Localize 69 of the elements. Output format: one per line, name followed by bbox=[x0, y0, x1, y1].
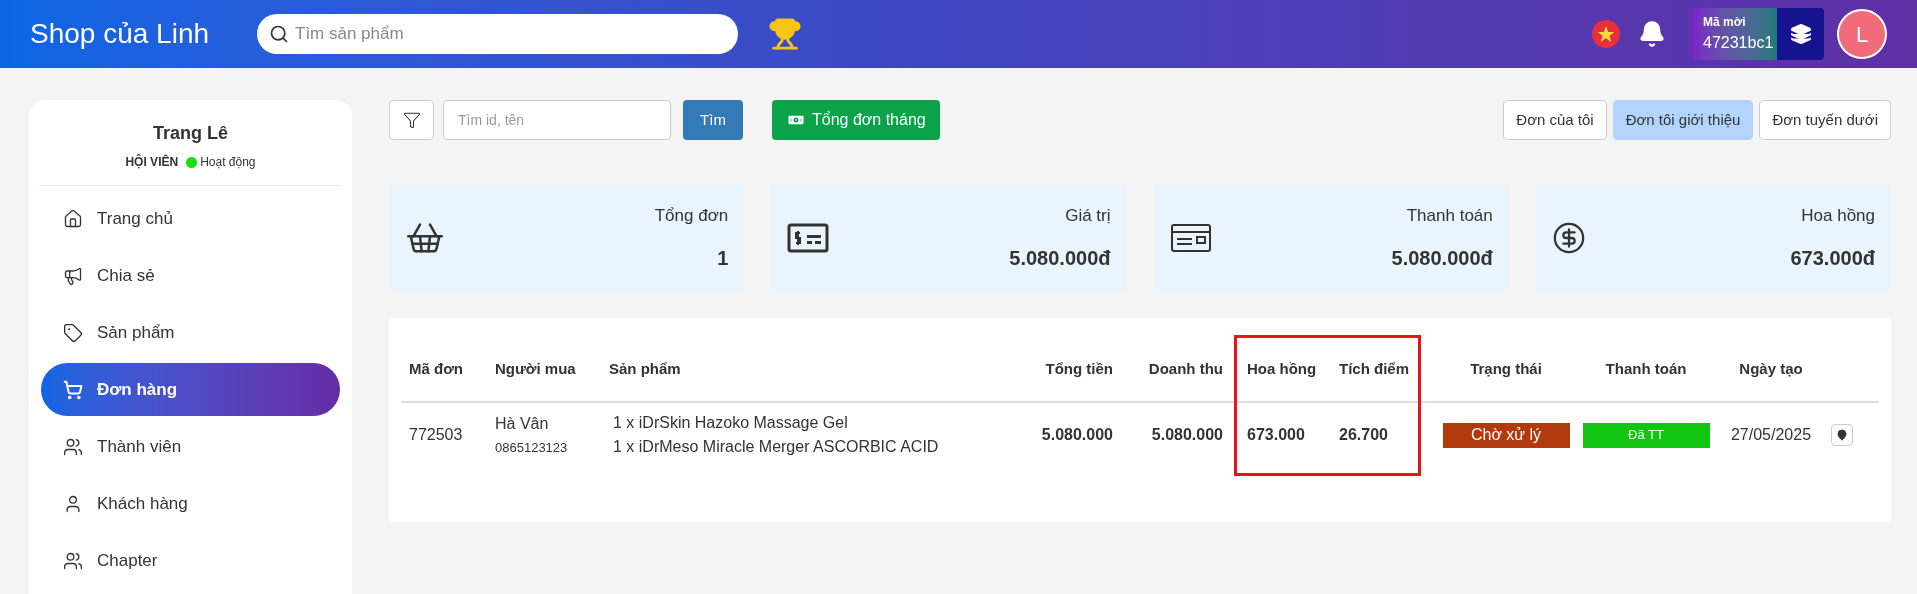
product-line: 1 x iDrSkin Hazoko Massage Gel bbox=[613, 413, 849, 433]
order-id: 772503 bbox=[408, 425, 464, 445]
total-cell-text: 5.080.000 bbox=[1040, 425, 1114, 445]
stat-title: Giá trị bbox=[1065, 205, 1111, 228]
cart-icon bbox=[63, 379, 83, 400]
bill-icon bbox=[787, 223, 830, 253]
flag-icon[interactable] bbox=[1592, 20, 1620, 48]
shop-title: Shop của Linh bbox=[30, 17, 211, 51]
sidebar-item[interactable]: Khách hàng bbox=[41, 477, 340, 530]
payment-badge: Đã TT bbox=[1582, 422, 1710, 448]
column-header: Sản phẩm bbox=[608, 359, 682, 380]
column-header: Hoa hồng bbox=[1246, 359, 1318, 380]
layers-icon bbox=[1789, 23, 1812, 45]
profile-status: Hoạt động bbox=[200, 154, 256, 171]
status-badge: Chờ xử lý bbox=[1442, 422, 1570, 448]
column-header: Thanh toán bbox=[1604, 359, 1688, 380]
invite-code[interactable]: Mã mời 47231bc1 bbox=[1691, 8, 1777, 60]
tag-icon bbox=[63, 322, 83, 343]
profile-name: Trang Lê bbox=[153, 122, 228, 145]
column-header: Người mua bbox=[494, 359, 577, 380]
product-line: 1 x iDrMeso Miracle Merger ASCORBIC ACID bbox=[613, 437, 940, 457]
search-button[interactable]: Tìm bbox=[683, 100, 743, 140]
stat-title: Hoa hồng bbox=[1801, 205, 1875, 228]
order-tab[interactable]: Đơn tuyến dưới bbox=[1759, 100, 1891, 140]
sidebar-item[interactable]: Sản phẩm bbox=[41, 306, 340, 359]
revenue-cell-text: 5.080.000 bbox=[1150, 425, 1224, 445]
sidebar-item[interactable]: Trang chủ bbox=[41, 192, 340, 245]
filter-icon bbox=[402, 111, 421, 129]
people-icon bbox=[63, 436, 83, 457]
profile-role: HỘI VIÊN bbox=[125, 153, 179, 171]
stat-value: 673.000đ bbox=[1790, 245, 1875, 271]
trophy-icon[interactable] bbox=[768, 17, 802, 51]
location-button[interactable] bbox=[1831, 424, 1853, 446]
points-cell-text: 26.700 bbox=[1338, 425, 1389, 445]
column-header: Doanh thu bbox=[1147, 359, 1224, 380]
filter-button[interactable] bbox=[389, 100, 434, 140]
megaphone-icon bbox=[63, 265, 83, 286]
stat-title: Tổng đơn bbox=[654, 205, 729, 228]
buyer-phone: 0865123123 bbox=[495, 439, 569, 458]
order-tab[interactable]: Đơn tôi giới thiệu bbox=[1612, 100, 1754, 140]
sidebar-item[interactable]: Chapter bbox=[41, 534, 340, 587]
search-icon bbox=[269, 24, 289, 44]
order-tab[interactable]: Đơn của tôi bbox=[1503, 100, 1607, 140]
invite-label: Mã mời bbox=[1703, 14, 1747, 31]
search-field[interactable]: Tìm sản phẩm bbox=[257, 14, 738, 54]
sidebar-item[interactable]: Đơn hàng bbox=[41, 363, 340, 416]
column-header: Trạng thái bbox=[1469, 359, 1543, 380]
sidebar-item[interactable]: Chia sẻ bbox=[41, 249, 340, 302]
house-icon bbox=[63, 208, 83, 229]
column-header: Ngày tạo bbox=[1738, 359, 1804, 380]
cheque-icon bbox=[1169, 223, 1212, 253]
stat-value: 5.080.000đ bbox=[1009, 245, 1111, 271]
column-header: Mã đơn bbox=[408, 359, 464, 380]
column-header: Tổng tiền bbox=[1044, 359, 1114, 380]
bell-icon[interactable] bbox=[1638, 20, 1666, 48]
sidebar-item[interactable]: Thành viên bbox=[41, 420, 340, 473]
date-cell-text: 27/05/2025 bbox=[1729, 425, 1813, 445]
column-header: Tích điểm bbox=[1338, 359, 1410, 380]
invite-value: 47231bc1 bbox=[1703, 33, 1775, 53]
stat-value: 5.080.000đ bbox=[1391, 245, 1493, 271]
stat-value: 1 bbox=[717, 245, 729, 271]
layers-button[interactable] bbox=[1777, 8, 1824, 60]
pin-icon bbox=[1836, 429, 1848, 441]
buyer-name: Hà Vân bbox=[495, 414, 550, 435]
dollar-icon bbox=[1551, 221, 1586, 255]
stat-title: Thanh toán bbox=[1406, 205, 1493, 228]
id-search-field[interactable]: Tìm id, tên bbox=[443, 100, 671, 140]
people-icon bbox=[63, 550, 83, 571]
commission-cell-text: 673.000 bbox=[1246, 425, 1306, 445]
